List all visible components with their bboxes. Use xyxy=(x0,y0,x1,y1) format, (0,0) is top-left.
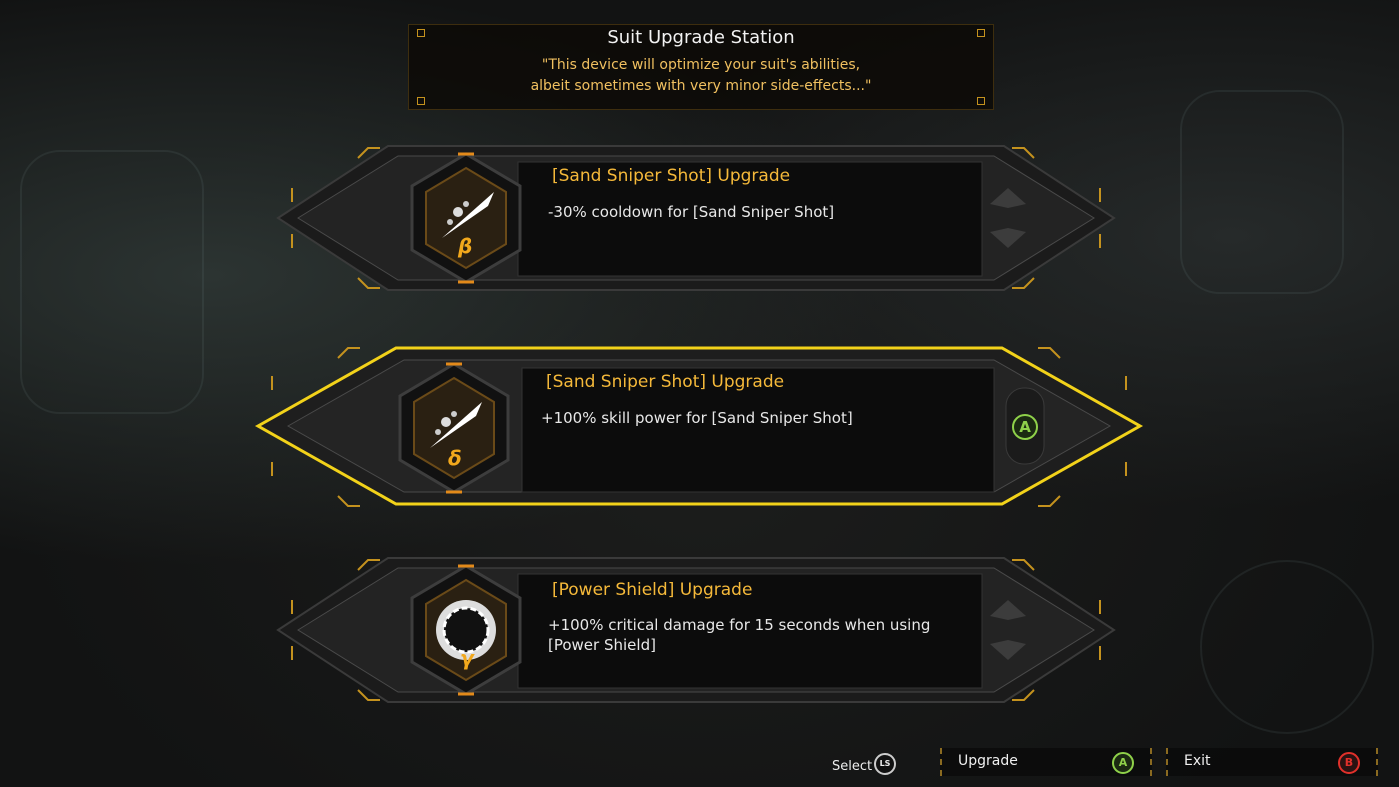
quote-line-1: "This device will optimize your suit's a… xyxy=(541,57,861,73)
tier-symbol: δ xyxy=(448,446,462,470)
select-hint: Select LS xyxy=(832,753,896,775)
option-frame-selected xyxy=(254,346,1144,507)
a-button-icon: A xyxy=(1112,752,1134,774)
station-header: Suit Upgrade Station "This device will o… xyxy=(408,24,994,110)
b-button-icon: B xyxy=(1338,752,1360,774)
option-description: +100% critical damage for 15 seconds whe… xyxy=(548,616,931,654)
sand-sniper-shot-icon: β xyxy=(406,150,526,286)
option-title: [Power Shield] Upgrade xyxy=(552,580,753,600)
upgrade-option-2[interactable]: δ [Sand Sniper Shot] Upgrade +100% skill… xyxy=(254,336,1144,520)
exit-button[interactable]: Exit B xyxy=(1166,748,1378,776)
upgrade-label: Upgrade xyxy=(958,753,1018,769)
quote-line-2: albeit sometimes with very minor side-ef… xyxy=(530,78,872,94)
ls-stick-icon: LS xyxy=(874,753,896,775)
corner-ornament xyxy=(977,97,985,105)
option-title: [Sand Sniper Shot] Upgrade xyxy=(552,166,791,186)
select-label: Select xyxy=(832,759,873,774)
power-shield-icon: γ xyxy=(406,562,526,698)
station-quote: "This device will optimize your suit's a… xyxy=(409,55,993,97)
upgrade-option-3[interactable]: γ [Power Shield] Upgrade +100% critical … xyxy=(276,540,1116,720)
background-pipe xyxy=(20,150,204,414)
upgrade-option-1[interactable]: β [Sand Sniper Shot] Upgrade -30% cooldo… xyxy=(276,128,1116,308)
upgrade-button[interactable]: Upgrade A xyxy=(940,748,1152,776)
option-description: -30% cooldown for [Sand Sniper Shot] xyxy=(548,203,835,221)
corner-ornament xyxy=(417,97,425,105)
background-pipe xyxy=(1200,560,1374,734)
confirm-a-button[interactable]: A xyxy=(1012,414,1038,440)
sand-sniper-shot-icon: δ xyxy=(394,360,514,496)
tier-symbol: γ xyxy=(460,646,474,670)
option-title: [Sand Sniper Shot] Upgrade xyxy=(546,372,785,392)
option-description: +100% skill power for [Sand Sniper Shot] xyxy=(541,409,853,427)
controls-bar: Select LS Upgrade A Exit B xyxy=(0,748,1399,778)
page-title: Suit Upgrade Station xyxy=(607,27,795,48)
exit-label: Exit xyxy=(1184,753,1211,769)
background-pipe xyxy=(1180,90,1344,294)
tier-symbol: β xyxy=(458,234,473,258)
